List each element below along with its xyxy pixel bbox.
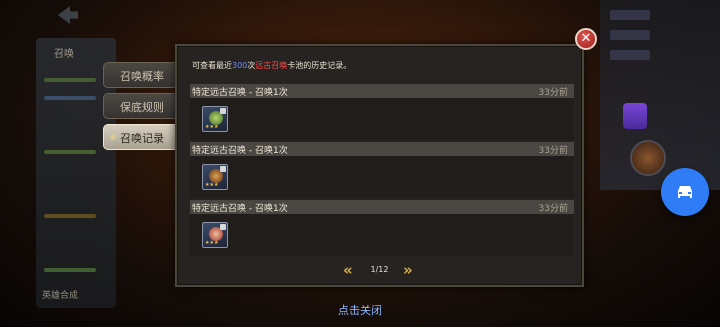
hero-card-red-icon[interactable]: ★★★ — [202, 222, 228, 248]
background-slot — [610, 10, 650, 20]
notice-pool-name: 远古召唤 — [255, 61, 288, 70]
class-badge-icon — [220, 166, 226, 172]
record-time: 33分前 — [538, 88, 568, 98]
tab-label: 保底规则 — [120, 101, 164, 114]
notice-prefix: 可查看最近 — [192, 61, 232, 70]
class-badge-icon — [220, 108, 226, 114]
record-time: 33分前 — [538, 146, 568, 156]
background-bar — [44, 214, 96, 218]
pagination: « 1/12 » — [177, 262, 582, 278]
notice-count: 300 — [232, 61, 248, 70]
background-sidebar-title: 召唤 — [54, 49, 74, 60]
car-icon-glyph — [678, 186, 692, 198]
class-badge-icon — [220, 224, 226, 230]
notice-suffix: 卡池的历史记录。 — [287, 61, 352, 70]
record-header: 特定远古召唤 - 召唤1次 33分前 — [190, 84, 574, 98]
tab-label: 召唤概率 — [120, 70, 164, 83]
history-panel: 可查看最近300次远古召唤卡池的历史记录。 特定远古召唤 - 召唤1次 33分前… — [175, 44, 584, 287]
background-bottom-label: 英雄合成 — [42, 291, 79, 301]
record-title: 特定远古召唤 - 召唤1次 — [192, 204, 288, 214]
card-stars: ★★★ — [205, 182, 219, 188]
card-stars: ★★★ — [205, 240, 219, 246]
record-body: ★★★ — [190, 156, 574, 198]
record-header: 特定远古召唤 - 召唤1次 33分前 — [190, 200, 574, 214]
car-icon[interactable] — [661, 168, 709, 216]
hero-card-green-icon[interactable]: ★★★ — [202, 106, 228, 132]
record-body: ★★★ — [190, 214, 574, 256]
tap-to-close-label[interactable]: 点击关闭 — [320, 302, 400, 318]
page-indicator: 1/12 — [370, 265, 389, 274]
background-avatar — [630, 140, 666, 176]
history-notice: 可查看最近300次远古召唤卡池的历史记录。 — [192, 60, 351, 71]
hero-card-orange-icon[interactable]: ★★★ — [202, 164, 228, 190]
background-bar — [44, 268, 96, 272]
double-chevron-right-icon[interactable]: » — [403, 262, 413, 278]
record-title: 特定远古召唤 - 召唤1次 — [192, 88, 288, 98]
background-purple-button — [623, 103, 647, 129]
close-icon[interactable]: ✕ — [575, 28, 597, 50]
card-stars: ★★★ — [205, 124, 219, 130]
background-bar — [44, 96, 96, 100]
background-right-panel — [600, 0, 720, 190]
background-slot — [610, 50, 650, 60]
background-bar — [44, 150, 96, 154]
record-time: 33分前 — [538, 204, 568, 214]
record-title: 特定远古召唤 - 召唤1次 — [192, 146, 288, 156]
background-bar — [44, 78, 96, 82]
tab-label: 召唤记录 — [120, 132, 164, 145]
record-body: ★★★ — [190, 98, 574, 140]
active-tab-dot-icon — [110, 134, 116, 140]
record-header: 特定远古召唤 - 召唤1次 33分前 — [190, 142, 574, 156]
background-slot — [610, 30, 650, 40]
